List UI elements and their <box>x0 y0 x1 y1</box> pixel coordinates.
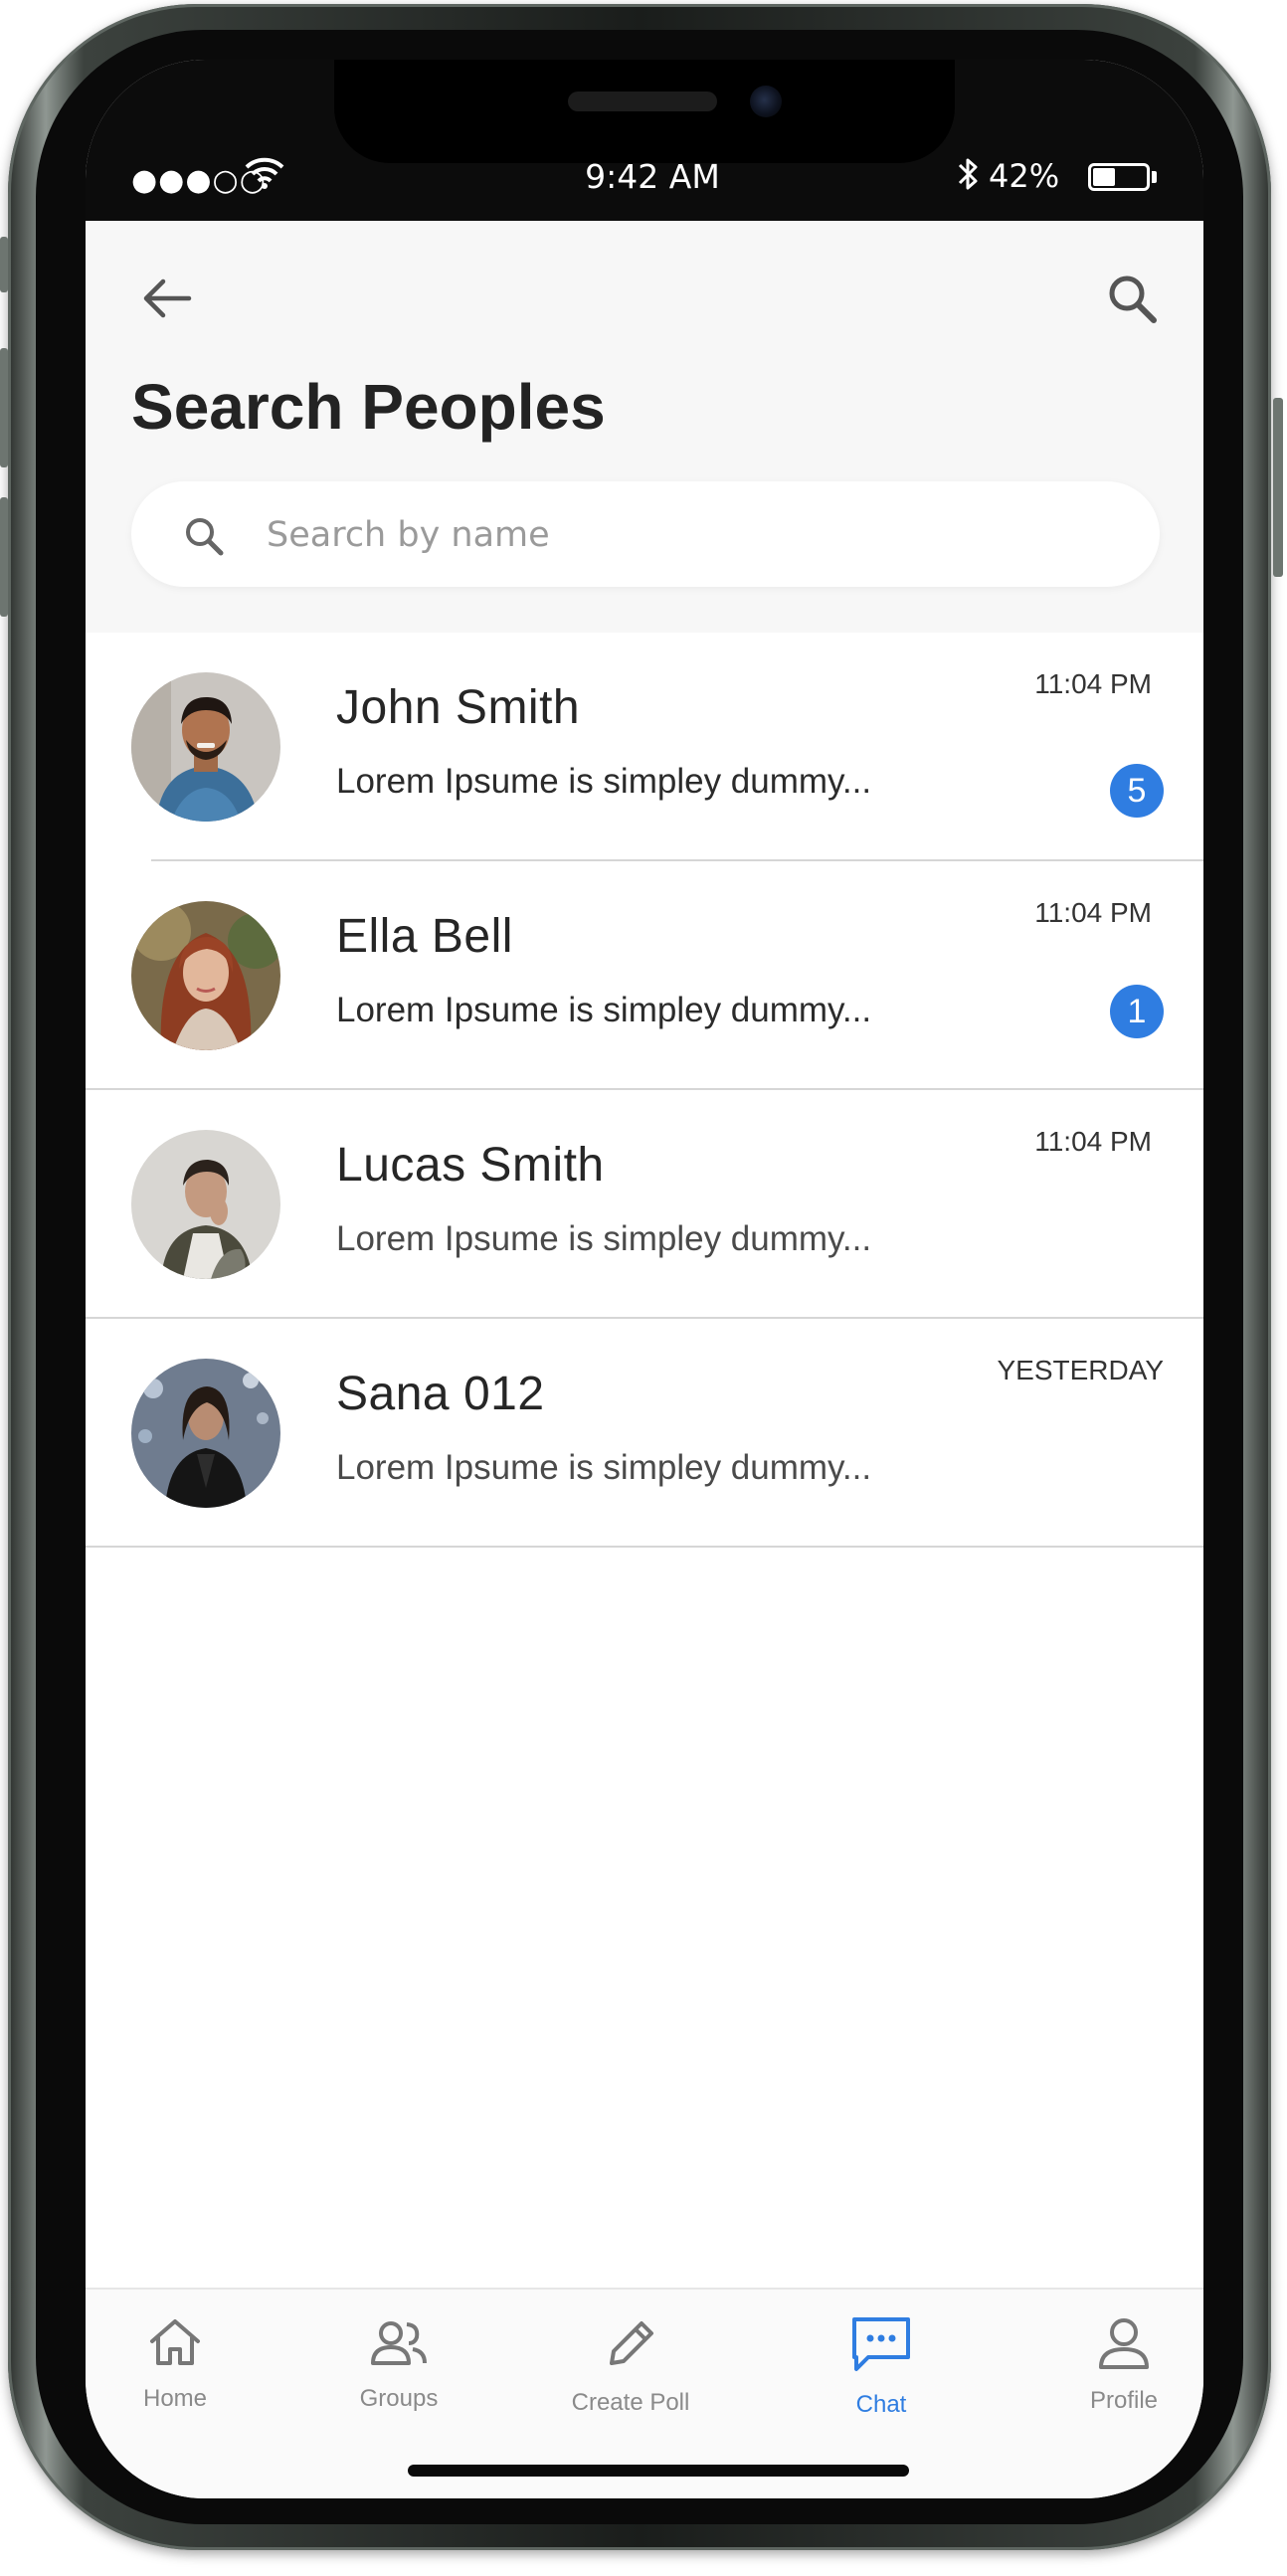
search-input[interactable] <box>265 481 1124 589</box>
groups-icon <box>367 2315 431 2373</box>
battery-percent: 42% <box>989 157 1060 195</box>
phone-screen: ●●●○○ 9:42 AM 42% Search Peoples Search … <box>86 60 1203 2498</box>
wifi-icon <box>245 155 284 193</box>
nav-label: Groups <box>359 2385 439 2412</box>
pencil-icon <box>602 2315 659 2377</box>
divider <box>86 1546 1203 1548</box>
battery-tip <box>1152 171 1157 183</box>
message-preview: Lorem Ipsume is simpley dummy... <box>336 762 872 801</box>
chat-row-sana-012[interactable]: Sana 012 Lorem Ipsume is simpley dummy..… <box>86 1319 1203 1548</box>
back-button[interactable] <box>137 271 197 330</box>
nav-label: Create Poll <box>571 2389 690 2416</box>
battery-fill <box>1093 168 1115 186</box>
chat-icon <box>850 2315 912 2379</box>
message-preview: Lorem Ipsume is simpley dummy... <box>336 1219 872 1258</box>
status-time: 9:42 AM <box>585 157 720 196</box>
avatar <box>131 1130 280 1279</box>
nav-home[interactable]: Home <box>86 2315 265 2425</box>
message-time: YESTERDAY <box>997 1355 1164 1385</box>
message-time: 11:04 PM <box>1034 668 1152 699</box>
bluetooth-icon <box>957 155 981 197</box>
chat-row-john-smith[interactable]: John Smith Lorem Ipsume is simpley dummy… <box>86 633 1203 861</box>
speaker <box>568 92 717 111</box>
header: Search Peoples <box>86 221 1203 633</box>
side-button <box>0 237 8 292</box>
message-time: 11:04 PM <box>1034 1126 1152 1157</box>
arrow-left-icon <box>141 276 193 324</box>
nav-label: Profile <box>1089 2387 1159 2414</box>
home-icon <box>146 2315 204 2373</box>
unread-badge: 1 <box>1110 985 1164 1038</box>
profile-icon <box>1095 2315 1153 2375</box>
avatar <box>131 901 280 1050</box>
status-bar: ●●●○○ 9:42 AM 42% <box>86 60 1203 221</box>
contact-name: Sana 012 <box>336 1368 545 1420</box>
avatar <box>131 1359 280 1508</box>
side-button <box>0 497 8 617</box>
chat-row-lucas-smith[interactable]: Lucas Smith Lorem Ipsume is simpley dumm… <box>86 1090 1203 1319</box>
nav-label: Home <box>142 2385 208 2412</box>
message-preview: Lorem Ipsume is simpley dummy... <box>336 1448 872 1487</box>
page-title: Search Peoples <box>131 371 606 443</box>
search-icon <box>1105 272 1159 329</box>
message-time: 11:04 PM <box>1034 897 1152 928</box>
nav-chat[interactable]: Chat <box>792 2315 971 2425</box>
message-preview: Lorem Ipsume is simpley dummy... <box>336 991 872 1029</box>
contact-name: Ella Bell <box>336 910 513 963</box>
chat-list: John Smith Lorem Ipsume is simpley dummy… <box>86 633 1203 1548</box>
nav-create-poll[interactable]: Create Poll <box>541 2315 720 2425</box>
chat-row-ella-bell[interactable]: Ella Bell Lorem Ipsume is simpley dummy.… <box>86 861 1203 1090</box>
battery-icon <box>1088 163 1150 191</box>
search-button[interactable] <box>1102 271 1162 330</box>
front-camera <box>750 86 782 117</box>
contact-name: Lucas Smith <box>336 1139 605 1192</box>
home-indicator[interactable] <box>408 2465 909 2477</box>
notch <box>334 60 955 163</box>
nav-profile[interactable]: Profile <box>1034 2315 1203 2425</box>
search-box[interactable] <box>131 481 1160 589</box>
side-button <box>1273 398 1283 577</box>
nav-label: Chat <box>855 2391 907 2418</box>
avatar <box>131 672 280 822</box>
unread-badge: 5 <box>1110 764 1164 818</box>
nav-groups[interactable]: Groups <box>309 2315 488 2425</box>
search-icon <box>183 515 225 561</box>
contact-name: John Smith <box>336 681 581 734</box>
side-button <box>0 348 8 467</box>
